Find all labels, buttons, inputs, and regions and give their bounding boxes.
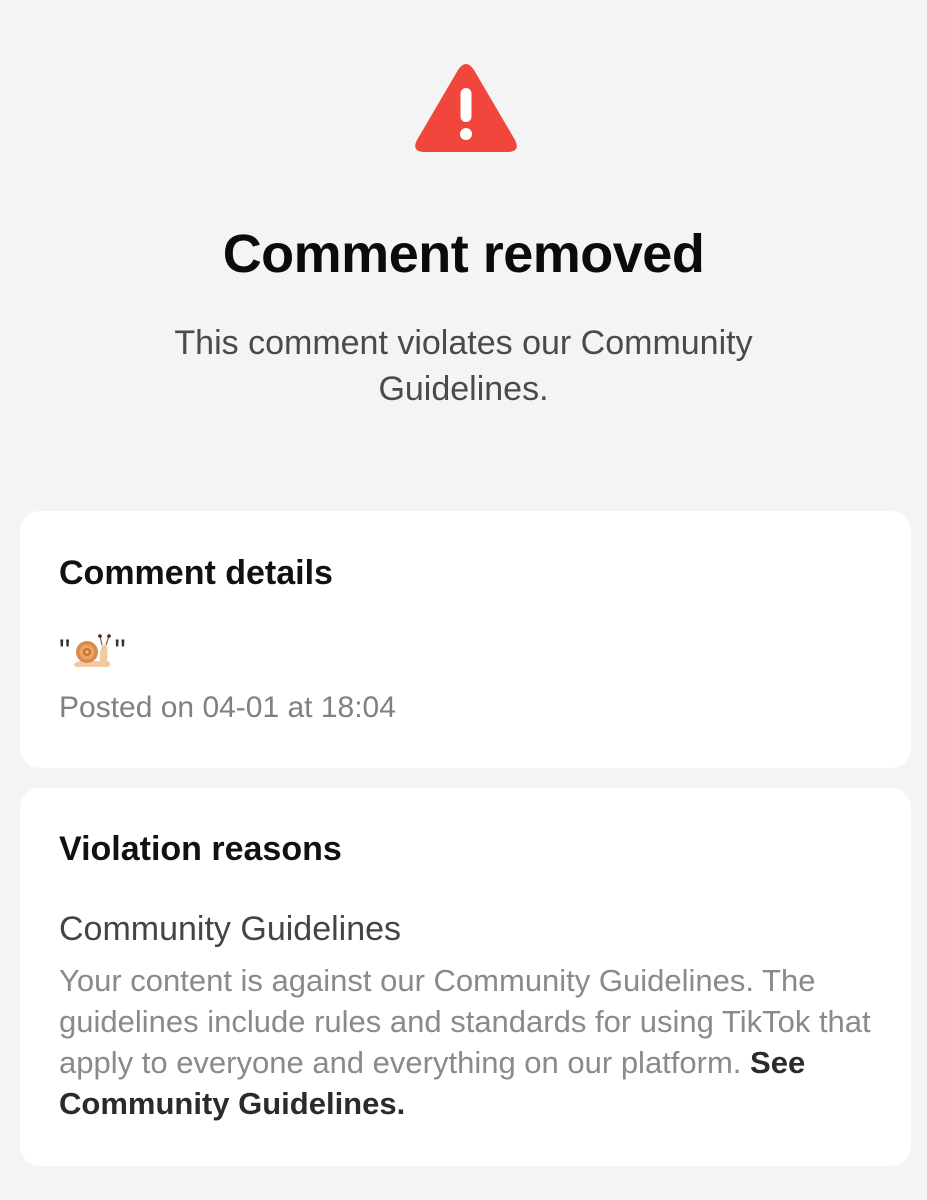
page-title: Comment removed	[222, 224, 705, 284]
reason-description: Your content is against our Community Gu…	[59, 960, 889, 1124]
violation-reasons-card: Violation reasons Community Guidelines Y…	[20, 788, 911, 1166]
reason-description-text: Your content is against our Community Gu…	[59, 963, 871, 1080]
quote-open: "	[59, 633, 71, 669]
page-subtitle: This comment violates our Community Guid…	[174, 324, 753, 408]
warning-triangle-icon	[415, 64, 517, 152]
comment-details-heading: Comment details	[59, 554, 333, 592]
quote-close: "	[114, 633, 126, 669]
posted-timestamp: Posted on 04-01 at 18:04	[59, 691, 396, 724]
snail-icon	[74, 634, 112, 667]
comment-text: " "	[59, 631, 126, 671]
comment-details-card: Comment details " " Posted on 04-01 at 1…	[20, 511, 911, 768]
warning-icon-wrap	[413, 60, 519, 156]
violation-reasons-heading: Violation reasons	[59, 830, 342, 868]
reason-title: Community Guidelines	[59, 910, 402, 948]
